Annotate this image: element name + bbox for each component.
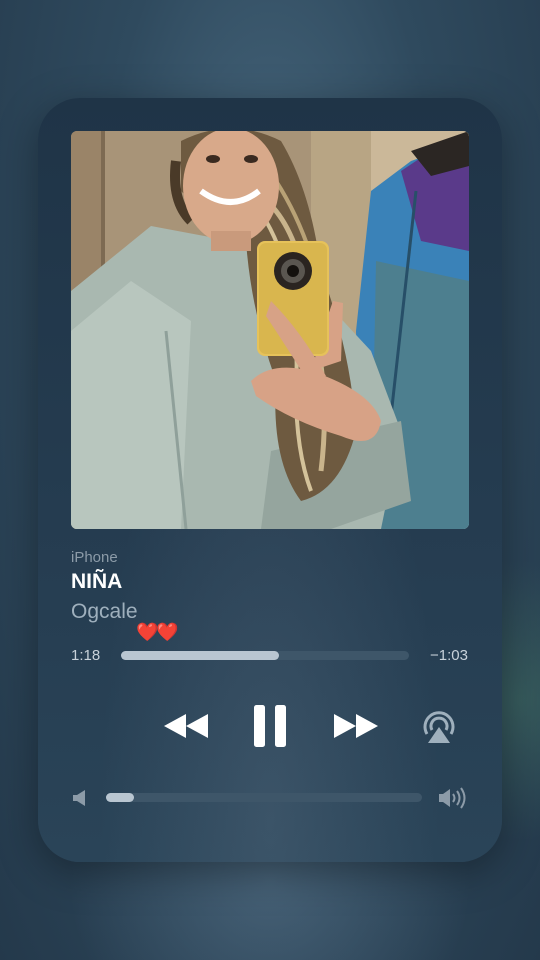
pause-button[interactable] <box>248 702 292 750</box>
speaker-high-icon <box>439 787 466 809</box>
remaining-time: −1:03 <box>430 647 468 664</box>
audio-source-label: iPhone <box>71 549 118 566</box>
forward-icon <box>334 714 378 738</box>
album-artwork <box>71 131 469 529</box>
volume-low-button <box>68 786 92 810</box>
playback-scrubber[interactable] <box>121 651 409 660</box>
speaker-low-icon <box>73 790 85 806</box>
pause-icon <box>254 705 286 747</box>
volume-level-fill <box>106 793 135 802</box>
volume-slider[interactable] <box>106 793 422 802</box>
forward-button[interactable] <box>330 708 382 744</box>
volume-high-button <box>436 784 470 812</box>
backward-icon <box>164 714 208 738</box>
now-playing-card: iPhone NIÑA Ogcale ❤️❤️ 1:18 −1:03 <box>38 98 502 862</box>
airplay-icon <box>423 711 455 743</box>
airplay-button[interactable] <box>418 708 460 746</box>
rewind-button[interactable] <box>160 708 212 744</box>
artist-name[interactable]: Ogcale <box>71 600 138 624</box>
elapsed-time: 1:18 <box>71 647 101 664</box>
playback-progress-fill <box>121 651 280 660</box>
track-title: NIÑA <box>71 570 123 593</box>
hearts-emoji: ❤️❤️ <box>136 622 179 642</box>
